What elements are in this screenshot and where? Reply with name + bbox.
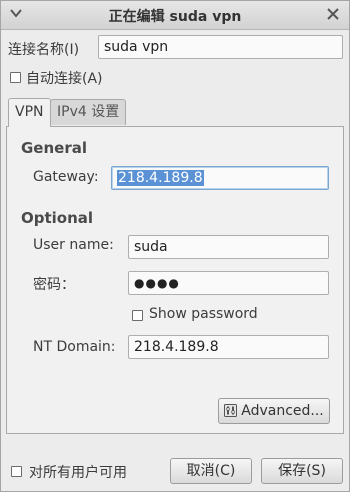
advanced-settings-icon — [224, 404, 238, 417]
show-password-checkbox[interactable] — [132, 310, 143, 321]
edit-connection-dialog: 正在编辑 suda vpn 连接名称(I) suda vpn 自动连接(A) V… — [0, 0, 350, 492]
username-label: User name: — [33, 237, 114, 253]
password-label: 密码： — [33, 277, 75, 293]
cancel-button[interactable]: 取消(C) — [170, 458, 252, 484]
save-button[interactable]: 保存(S) — [261, 458, 343, 484]
gateway-field[interactable]: 218.4.189.8 — [111, 166, 329, 190]
autoconnect-label: 自动连接(A) — [26, 71, 103, 87]
optional-heading: Optional — [21, 209, 94, 227]
advanced-button[interactable]: Advanced... — [218, 398, 330, 424]
all-users-checkbox[interactable] — [11, 466, 22, 477]
advanced-label: Advanced... — [241, 403, 324, 419]
autoconnect-checkbox[interactable] — [10, 72, 21, 83]
gateway-value: 218.4.189.8 — [117, 170, 204, 186]
window-title: 正在编辑 suda vpn — [108, 9, 242, 25]
ntdomain-label: NT Domain: — [33, 339, 116, 355]
all-users-label: 对所有用户可用 — [29, 465, 127, 481]
gateway-label: Gateway: — [33, 169, 99, 185]
general-heading: General — [21, 139, 87, 157]
show-password-label: Show password — [149, 306, 258, 322]
password-field[interactable]: ●●●● — [128, 271, 329, 295]
connection-name-label: 连接名称(I) — [8, 42, 80, 58]
ntdomain-field[interactable]: 218.4.189.8 — [128, 335, 329, 359]
username-field[interactable]: suda — [128, 235, 329, 259]
connection-name-field[interactable]: suda vpn — [98, 35, 343, 59]
titlebar: 正在编辑 suda vpn — [1, 1, 349, 30]
tab-ipv4-settings[interactable]: IPv4 设置 — [50, 99, 127, 125]
tab-vpn[interactable]: VPN — [8, 98, 51, 127]
close-icon[interactable] — [326, 7, 340, 21]
